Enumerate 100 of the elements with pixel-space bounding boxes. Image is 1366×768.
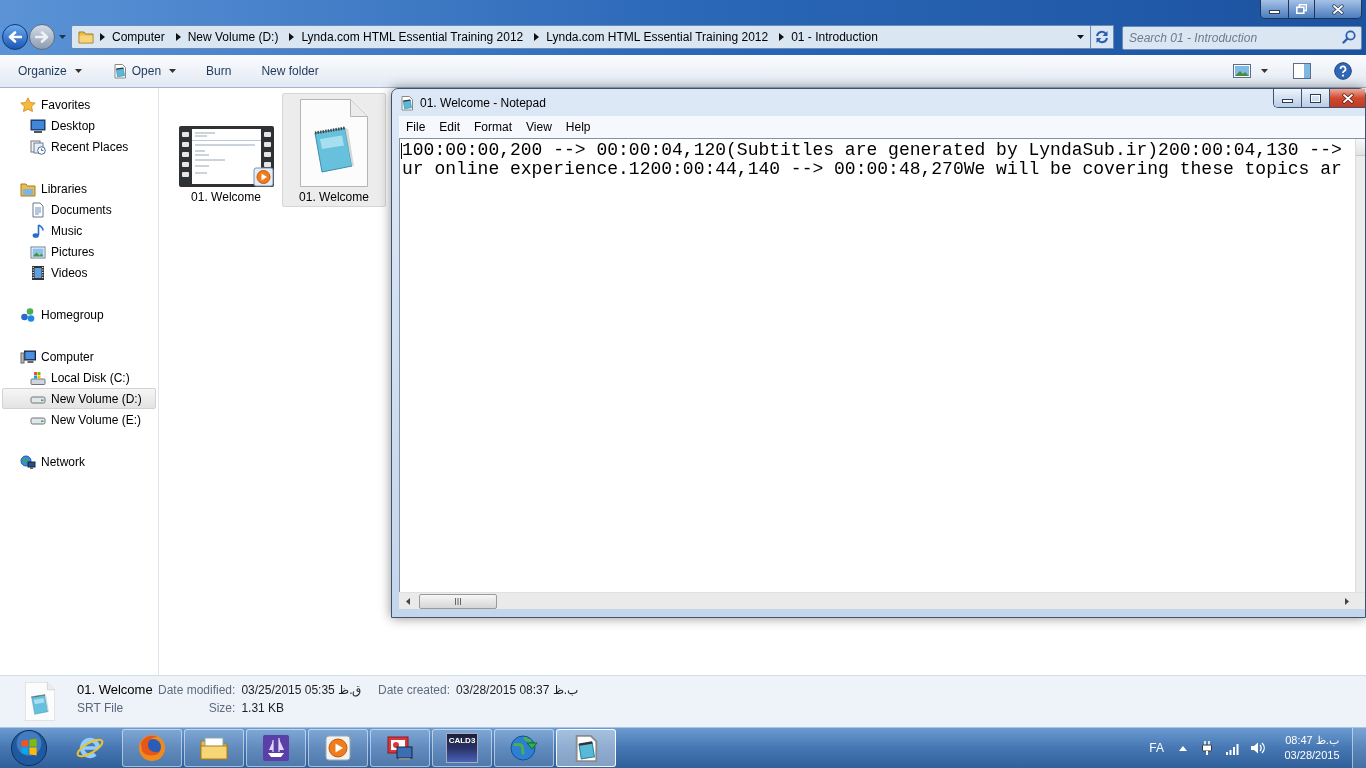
forward-button[interactable]: [29, 23, 55, 50]
field-label: Date created:: [378, 682, 451, 699]
app-logo: CALD3: [446, 733, 478, 763]
file-name: 01. Welcome: [77, 681, 154, 699]
scroll-left-icon[interactable]: [405, 597, 410, 605]
refresh-icon: [1094, 28, 1110, 45]
nav-item[interactable]: Pictures: [2, 241, 156, 262]
vertical-scrollbar[interactable]: [1355, 139, 1365, 592]
maximize-button[interactable]: [1302, 89, 1330, 107]
breadcrumb-arrow-icon[interactable]: [289, 32, 295, 41]
breadcrumb-arrow-icon[interactable]: [100, 32, 105, 41]
document-icon: [30, 201, 46, 218]
network-icon: [20, 453, 36, 470]
computer-icon: [20, 348, 36, 365]
horizontal-scrollbar[interactable]: [399, 592, 1365, 609]
folder-icon: [78, 28, 94, 45]
toolbar-button[interactable]: Organize: [10, 59, 90, 83]
close-icon: [1341, 92, 1354, 104]
nav-item[interactable]: Homegroup: [2, 304, 156, 325]
arrow-left-icon: [8, 30, 22, 43]
field-value: 1.31 KB: [241, 700, 286, 717]
breadcrumb[interactable]: New Volume (D:): [182, 26, 284, 47]
breadcrumb-arrow-icon[interactable]: [779, 32, 785, 41]
nav-item[interactable]: Music: [2, 220, 156, 241]
text-area[interactable]: 100:00:00,200 --> 00:00:04,120(Subtitles are generated by LyndaSub.ir)200:00:04,130 --> ur online experience.1200:00:44,140 --> 00:00:48,270We will be covering these topics ar: [400, 139, 1355, 592]
address-bar[interactable]: Computer New Volume (D:) Lynda.com HTML Essential Training 2012 Lynda.com HTML Essential Training 2012 01 - Introduction: [71, 24, 1091, 49]
minimize-button[interactable]: [1261, 0, 1289, 18]
system-drive-icon: [30, 369, 46, 386]
content-item[interactable]: 01. Welcome: [282, 93, 386, 207]
back-button[interactable]: [2, 23, 28, 50]
grip-icon: [454, 597, 462, 605]
search-icon[interactable]: [1342, 29, 1356, 44]
plug-icon[interactable]: [1199, 740, 1215, 756]
breadcrumb-arrow-icon[interactable]: [175, 32, 181, 41]
language-indicator[interactable]: FA: [1149, 739, 1164, 757]
toolbar-button[interactable]: New folder: [253, 59, 327, 83]
menu-item[interactable]: Help: [558, 116, 598, 138]
file-type: SRT File: [77, 700, 125, 717]
nav-item[interactable]: Favorites: [2, 94, 156, 115]
caret-down-icon[interactable]: [1077, 34, 1084, 39]
caret-down-icon[interactable]: [74, 69, 82, 73]
caret-down-icon[interactable]: [169, 69, 177, 73]
pane-layout-icon: [1293, 63, 1311, 79]
menu-item[interactable]: File: [399, 116, 433, 138]
menu-item[interactable]: Format: [467, 116, 520, 138]
taskbar-button[interactable]: [246, 729, 306, 767]
taskbar-button[interactable]: [556, 729, 616, 767]
nav-item[interactable]: Recent Places: [2, 136, 156, 157]
text-cursor-icon: [401, 143, 402, 159]
taskbar-button[interactable]: [308, 729, 368, 767]
refresh-button[interactable]: [1091, 24, 1114, 49]
notepad-file-icon: [300, 99, 368, 187]
notepad-icon: [111, 63, 128, 79]
notepad-file-icon: [25, 682, 55, 721]
menu-item[interactable]: Edit: [432, 116, 468, 138]
breadcrumb[interactable]: Lynda.com HTML Essential Training 2012: [296, 26, 529, 47]
taskbar-button[interactable]: [370, 729, 430, 767]
start-orb-icon: [10, 729, 48, 767]
text-line: ur online experience.1200:00:44,140 --> 00:00:48,270We will be covering these topics ar: [402, 160, 1343, 179]
nav-item[interactable]: Videos: [2, 262, 156, 283]
nav-item[interactable]: Local Disk (C:): [2, 367, 156, 388]
breadcrumb[interactable]: 01 - Introduction: [786, 26, 883, 47]
menu-item[interactable]: View: [519, 116, 559, 138]
minimize-icon: [1282, 98, 1293, 103]
field-label: Size:: [207, 700, 236, 717]
nav-item[interactable]: Libraries: [2, 178, 156, 199]
caret-down-icon[interactable]: [1261, 69, 1268, 73]
scroll-right-icon[interactable]: [1344, 597, 1349, 605]
taskbar-button[interactable]: [184, 729, 244, 767]
minimize-icon: [1269, 9, 1280, 14]
show-desktop-button[interactable]: [1352, 728, 1366, 768]
presentation-icon: [385, 733, 415, 763]
close-icon: [1332, 3, 1344, 15]
minimize-button[interactable]: [1274, 89, 1302, 107]
breadcrumb-arrow-icon[interactable]: [534, 32, 540, 41]
notepad-icon: [399, 94, 415, 111]
taskbar-button[interactable]: CALD3: [432, 729, 492, 767]
nav-item[interactable]: Computer: [2, 346, 156, 367]
field-value: 03/28/2015 08:37 ب.ظ: [456, 682, 579, 699]
close-button[interactable]: [1330, 89, 1365, 107]
breadcrumb[interactable]: Lynda.com HTML Essential Training 2012: [541, 26, 774, 47]
toolbar-button[interactable]: Burn: [198, 59, 240, 83]
restore-button[interactable]: [1289, 0, 1315, 18]
nav-item[interactable]: Desktop: [2, 115, 156, 136]
content-item[interactable]: 01. Welcome: [174, 93, 278, 207]
speaker-icon[interactable]: [1250, 740, 1266, 756]
nav-item[interactable]: New Volume (E:): [2, 409, 156, 430]
breadcrumb[interactable]: Computer: [107, 26, 170, 47]
help-icon: [1334, 62, 1352, 80]
search-field[interactable]: Search 01 - Introduction: [1122, 25, 1362, 50]
music-note-icon: [30, 222, 46, 239]
close-button[interactable]: [1315, 0, 1361, 18]
picture-icon: [30, 243, 46, 260]
taskbar-button[interactable]: [494, 729, 554, 767]
nav-item[interactable]: Documents: [2, 199, 156, 220]
taskbar-button[interactable]: [122, 729, 182, 767]
nav-item[interactable]: New Volume (D:): [2, 388, 156, 409]
nav-item[interactable]: Network: [2, 451, 156, 472]
scrollbar-thumb[interactable]: [419, 593, 497, 609]
toolbar-button[interactable]: Open: [103, 59, 185, 83]
